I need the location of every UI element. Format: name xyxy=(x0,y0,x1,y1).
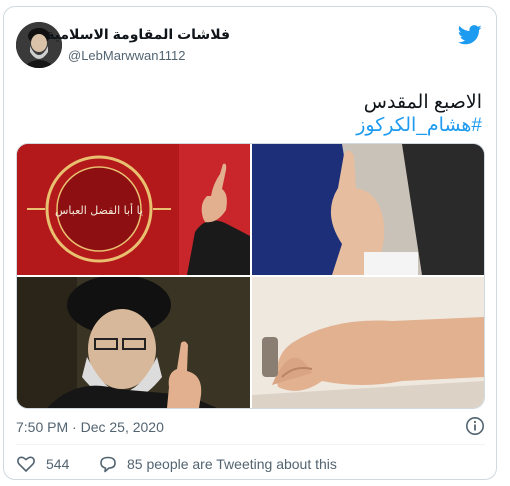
like-count[interactable]: 544 xyxy=(46,456,69,472)
reply-bubble-icon[interactable] xyxy=(98,454,118,474)
photo-4[interactable] xyxy=(252,277,484,408)
heart-icon[interactable] xyxy=(16,454,36,474)
divider xyxy=(16,444,485,445)
media-grid: يا أبا الفضل العباس xyxy=(16,143,485,409)
tweet-text: الاصبع المقدس xyxy=(363,92,482,113)
banner-calligraphy: يا أبا الفضل العباس xyxy=(55,203,143,217)
photo-3[interactable] xyxy=(17,277,250,408)
photo-2[interactable] xyxy=(252,144,484,275)
timestamp[interactable]: 7:50 PM · Dec 25, 2020 xyxy=(16,419,164,435)
author-name[interactable]: فلاشات المقاومة الاسلامية xyxy=(46,26,230,43)
photo-1[interactable]: يا أبا الفضل العباس xyxy=(17,144,250,275)
twitter-bird-icon[interactable] xyxy=(458,25,482,45)
author-handle[interactable]: @LebMarwwan1112 xyxy=(68,48,186,63)
hashtag-link[interactable]: #هشام_الكركوز xyxy=(356,114,482,137)
tweeting-about-link[interactable]: 85 people are Tweeting about this xyxy=(127,456,337,472)
tweet-card[interactable]: فلاشات المقاومة الاسلامية @LebMarwwan111… xyxy=(3,6,497,480)
info-icon[interactable] xyxy=(465,416,485,436)
